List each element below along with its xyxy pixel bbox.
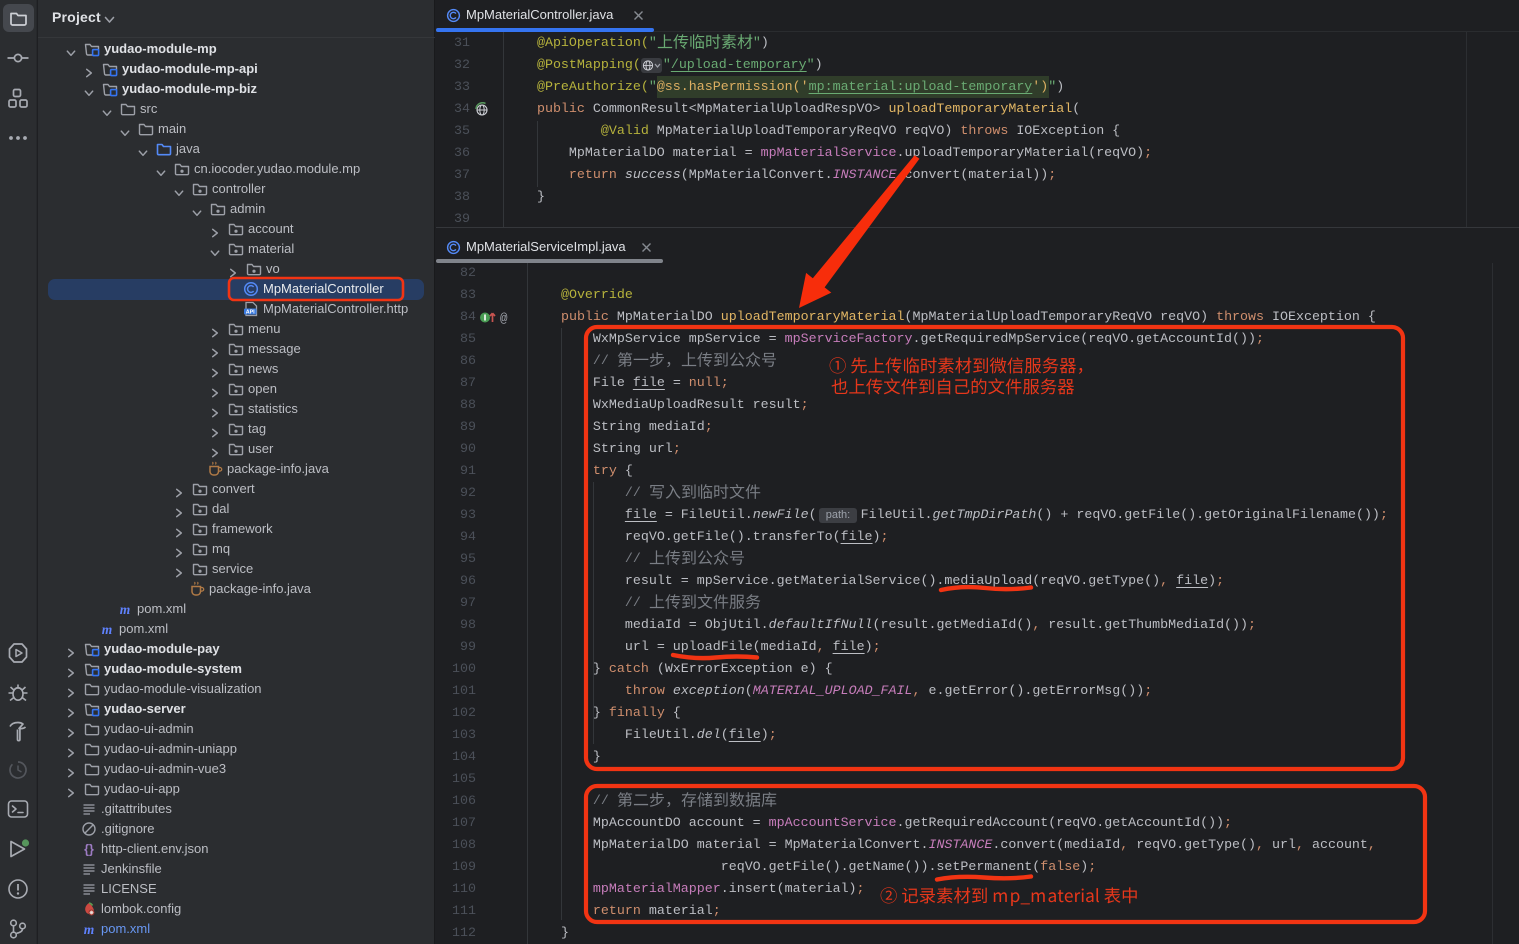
svg-text:@: @ bbox=[500, 312, 508, 324]
